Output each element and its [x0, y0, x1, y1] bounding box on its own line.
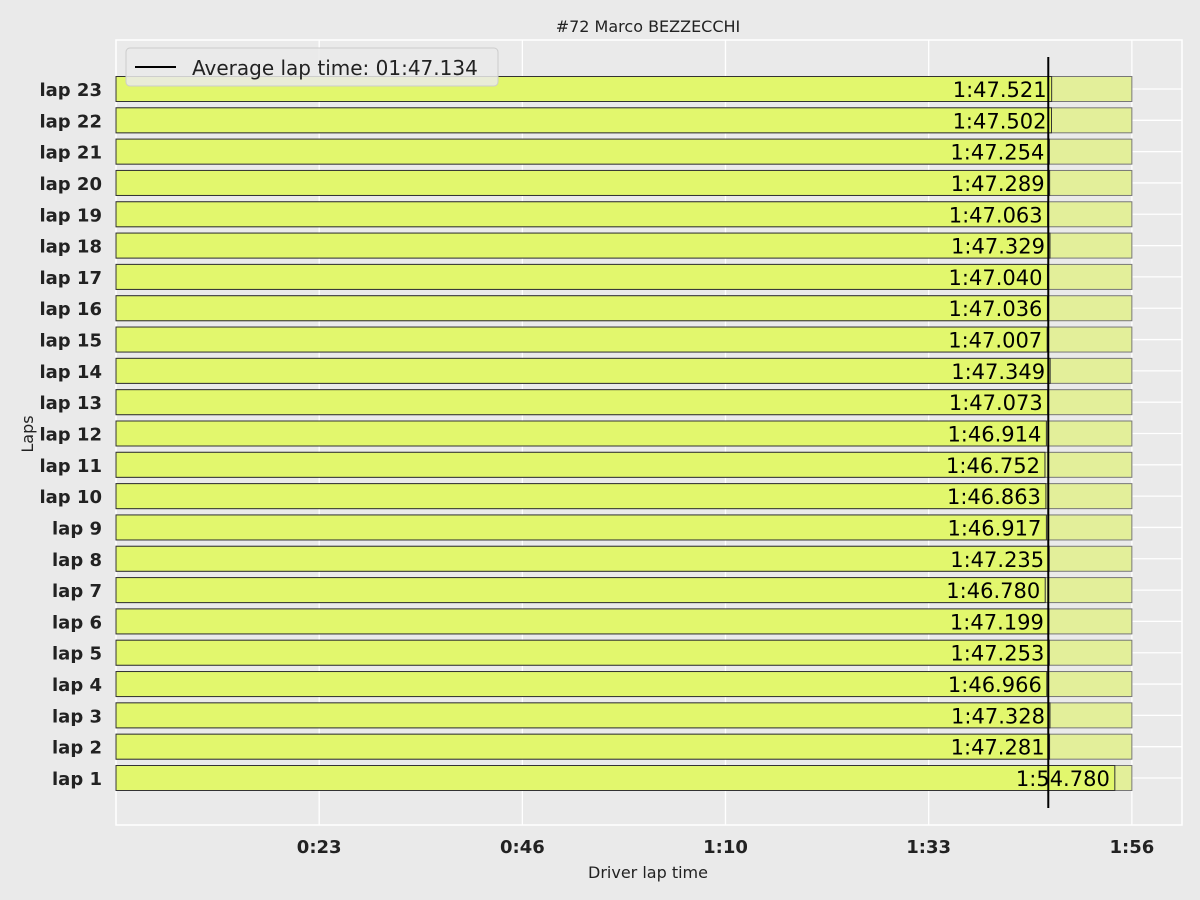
- y-tick-label: lap 10: [39, 487, 102, 508]
- y-tick-label: lap 3: [52, 706, 102, 727]
- lap-bar: [115, 357, 1051, 384]
- bar-value-label: 1:46.780: [946, 579, 1040, 603]
- lap-time-chart: 1:54.780 1:47.281 1:47.328 1:46.966 1:47.253…: [0, 0, 1200, 900]
- bar-value-label: 1:47.007: [948, 329, 1042, 353]
- x-tick-label: 0:46: [500, 837, 545, 858]
- chart-svg: 1:54.780 1:47.281 1:47.328 1:46.966 1:47.253…: [0, 0, 1200, 900]
- y-tick-label: lap 8: [52, 550, 102, 571]
- legend-entry: Average lap time: 01:47.134: [192, 56, 478, 80]
- y-tick-label: lap 14: [39, 362, 102, 383]
- bar-value-label: 1:47.063: [949, 203, 1043, 227]
- bar-value-label: 1:47.253: [950, 642, 1044, 666]
- y-tick-label: lap 15: [39, 331, 102, 352]
- y-tick-label: lap 20: [39, 174, 102, 195]
- x-axis-title: Driver lap time: [588, 863, 708, 882]
- bar-value-label: 1:46.863: [947, 485, 1041, 509]
- lap-bar: [115, 765, 1116, 791]
- y-tick-label: lap 23: [39, 80, 102, 101]
- y-tick-label: lap 1: [52, 769, 102, 790]
- y-tick-label: lap 22: [39, 111, 102, 132]
- y-tick-label: lap 17: [39, 268, 102, 289]
- bar-value-label: 1:47.349: [951, 360, 1045, 384]
- bar-value-label: 1:47.521: [953, 78, 1047, 102]
- bar-value-label: 1:46.917: [947, 516, 1041, 540]
- y-tick-label: lap 21: [39, 143, 102, 164]
- bar-value-label: 1:46.966: [948, 673, 1042, 697]
- x-tick-label: 1:33: [906, 837, 951, 858]
- lap-bar: [115, 107, 1052, 134]
- x-tick-label: 1:56: [1109, 837, 1154, 858]
- lap-bar: [115, 295, 1048, 322]
- y-tick-label: lap 18: [39, 237, 102, 258]
- lap-bar: [115, 733, 1051, 760]
- y-tick-label: lap 2: [52, 738, 102, 759]
- bar-value-label: 1:47.235: [950, 548, 1044, 572]
- y-tick-label: lap 13: [39, 393, 102, 414]
- bar-value-label: 1:47.502: [953, 109, 1047, 133]
- bar-value-label: 1:47.199: [950, 610, 1044, 634]
- lap-bar: [115, 201, 1049, 228]
- bar-value-label: 1:47.254: [950, 141, 1044, 165]
- y-tick-label: lap 12: [39, 425, 102, 446]
- lap-bar: [115, 138, 1050, 165]
- lap-bar: [115, 608, 1050, 635]
- bar-value-label: 1:46.752: [946, 454, 1040, 478]
- x-tick-label: 0:23: [297, 837, 342, 858]
- y-tick-label: lap 7: [52, 581, 102, 602]
- lap-bar: [115, 451, 1046, 478]
- y-tick-label: lap 6: [52, 612, 102, 633]
- bar-value-label: 1:47.289: [951, 172, 1045, 196]
- bar-value-label: 1:54.780: [1016, 767, 1110, 791]
- lap-bar: [115, 483, 1047, 510]
- y-tick-label: lap 16: [39, 299, 102, 320]
- lap-bar: [115, 702, 1051, 729]
- bar-value-label: 1:47.073: [949, 391, 1043, 415]
- y-axis-title: Laps: [18, 415, 37, 452]
- lap-bar: [115, 671, 1048, 698]
- lap-bar: [115, 545, 1050, 572]
- bar-value-label: 1:47.040: [949, 266, 1043, 290]
- legend: Average lap time: 01:47.134: [125, 47, 499, 87]
- y-tick-label: lap 5: [52, 644, 102, 665]
- bar-value-label: 1:46.914: [947, 423, 1041, 447]
- bar-value-label: 1:47.036: [949, 297, 1043, 321]
- x-tick-label: 1:10: [703, 837, 748, 858]
- bar-value-label: 1:47.281: [951, 736, 1045, 760]
- bar-value-label: 1:47.329: [951, 235, 1045, 259]
- lap-bar: [115, 420, 1047, 447]
- lap-bar: [115, 514, 1047, 541]
- lap-bar: [115, 232, 1051, 259]
- y-tick-label: lap 9: [52, 518, 102, 539]
- lap-bar: [115, 389, 1049, 416]
- y-tick-label: lap 11: [39, 456, 102, 477]
- chart-title: #72 Marco BEZZECCHI: [556, 17, 741, 36]
- lap-bar: [115, 263, 1048, 290]
- lap-bar: [115, 639, 1050, 666]
- lap-bar: [115, 577, 1046, 604]
- bar-value-label: 1:47.328: [951, 704, 1045, 728]
- lap-bar: [115, 169, 1051, 196]
- y-tick-label: lap 4: [52, 675, 102, 696]
- lap-bar: [115, 326, 1048, 353]
- y-tick-label: lap 19: [39, 205, 102, 226]
